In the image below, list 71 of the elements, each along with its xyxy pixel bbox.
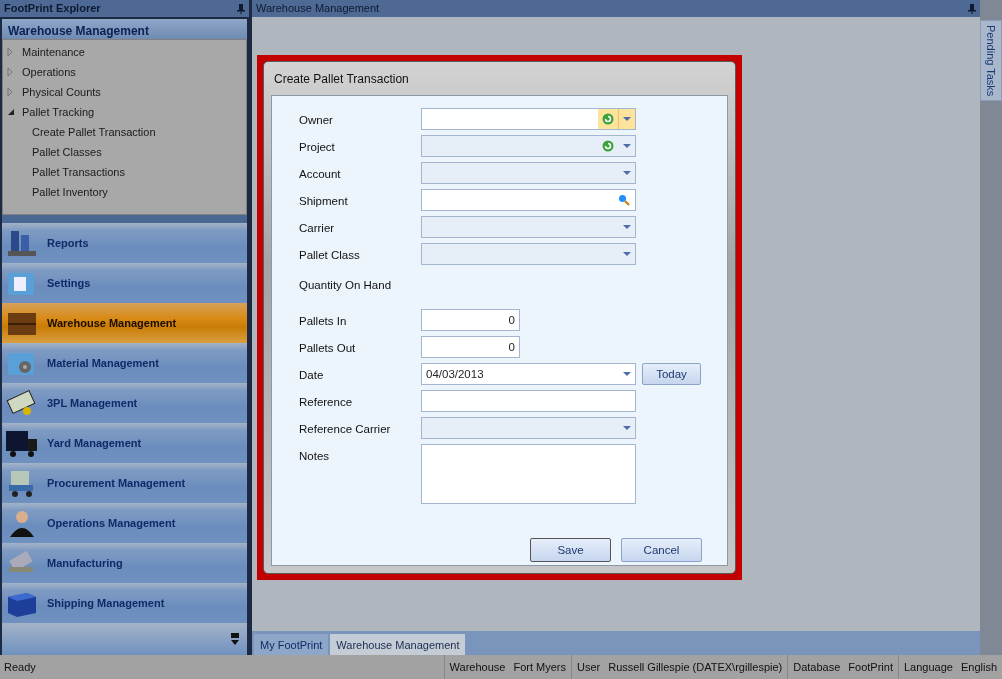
panel-title: FootPrint Explorer	[4, 1, 101, 17]
cancel-button[interactable]: Cancel	[621, 538, 702, 563]
notes-field[interactable]	[421, 444, 636, 505]
document-tab[interactable]: Warehouse Management	[330, 634, 466, 655]
field-label: Project	[299, 140, 336, 155]
dropdown-arrow-icon	[622, 144, 631, 148]
field-label: Shipment	[299, 194, 349, 209]
nav-button[interactable]: Shipping Management	[2, 583, 247, 623]
field-label: Carrier	[299, 221, 336, 236]
field-label: Pallets Out	[299, 341, 357, 357]
dropdown-arrow-icon	[622, 225, 631, 229]
status-label: Warehouse	[449, 659, 506, 675]
search-icon	[618, 194, 630, 206]
field-label: Reference Carrier	[299, 422, 392, 438]
dropdown-arrow-icon	[622, 426, 631, 431]
nav-button[interactable]: Material Management	[2, 343, 247, 383]
nav-button[interactable]: 3PL Management	[2, 383, 247, 423]
nav-button[interactable]: Manufacturing	[2, 543, 247, 583]
section-header: Warehouse Management	[2, 19, 247, 39]
nav-button[interactable]: Warehouse Management	[2, 303, 247, 343]
tree-item[interactable]: Pallet Classes	[32, 143, 102, 161]
status-label: User	[577, 659, 601, 675]
side-tab[interactable]: Pending Tasks	[979, 20, 1002, 102]
tree-item[interactable]: Pallet Inventory	[32, 183, 108, 201]
status-label: Language	[903, 659, 953, 675]
status-value: Russell Gillespie (DATEX\rgillespie)	[608, 659, 783, 675]
nav-button[interactable]: Reports	[2, 223, 247, 263]
status-value: English	[960, 659, 997, 675]
dropdown-arrow-icon	[622, 372, 631, 377]
dropdown-arrow-icon	[622, 252, 631, 256]
nav-button[interactable]: Procurement Management	[2, 463, 247, 503]
panel-title: Warehouse Management	[256, 1, 380, 17]
tree-item[interactable]: Operations	[22, 63, 76, 81]
field-label: Quantity On Hand	[299, 278, 392, 293]
tree-item[interactable]: Pallet Transactions	[32, 163, 125, 181]
status-label: Database	[793, 659, 841, 675]
status-value: Fort Myers	[513, 659, 566, 675]
text-field[interactable]	[421, 390, 636, 413]
nav-button[interactable]: Settings	[2, 263, 247, 303]
lookup-field[interactable]	[421, 189, 636, 211]
tree-item[interactable]: Physical Counts	[22, 83, 101, 101]
date-field[interactable]: 04/03/2013	[421, 363, 636, 386]
field-label: Pallet Class	[299, 248, 361, 263]
save-button[interactable]: Save	[530, 538, 611, 563]
tree-item[interactable]: Pallet Tracking	[22, 103, 95, 121]
tree-item[interactable]: Create Pallet Transaction	[32, 123, 156, 141]
dialog-title: Create Pallet Transaction	[273, 70, 410, 88]
dropdown-arrow-icon	[623, 117, 631, 121]
dropdown-arrow-icon	[622, 171, 631, 175]
refresh-icon	[602, 140, 614, 152]
pin-icon	[237, 3, 245, 14]
refresh-icon	[602, 113, 614, 125]
field-label: Reference	[299, 395, 354, 411]
document-tab[interactable]: My FootPrint	[254, 634, 329, 655]
status-value: FootPrint	[848, 659, 893, 675]
nav-button[interactable]: Operations Management	[2, 503, 247, 543]
status-text: Ready	[3, 659, 37, 675]
number-field[interactable]: 0	[421, 309, 520, 332]
field-label: Notes	[299, 449, 331, 465]
field-label: Date	[299, 368, 325, 384]
chevron-down-icon	[231, 633, 239, 645]
field-label: Account	[299, 167, 342, 182]
dropdown-field[interactable]	[421, 108, 636, 130]
today-button[interactable]: Today	[642, 363, 701, 386]
splitter-bar[interactable]	[2, 215, 247, 223]
nav-button[interactable]: Yard Management	[2, 423, 247, 463]
number-field[interactable]: 0	[421, 336, 520, 359]
tree-item[interactable]: Maintenance	[22, 43, 85, 61]
pin-icon	[968, 3, 976, 14]
field-label: Pallets In	[299, 314, 348, 330]
field-label: Owner	[299, 113, 334, 128]
